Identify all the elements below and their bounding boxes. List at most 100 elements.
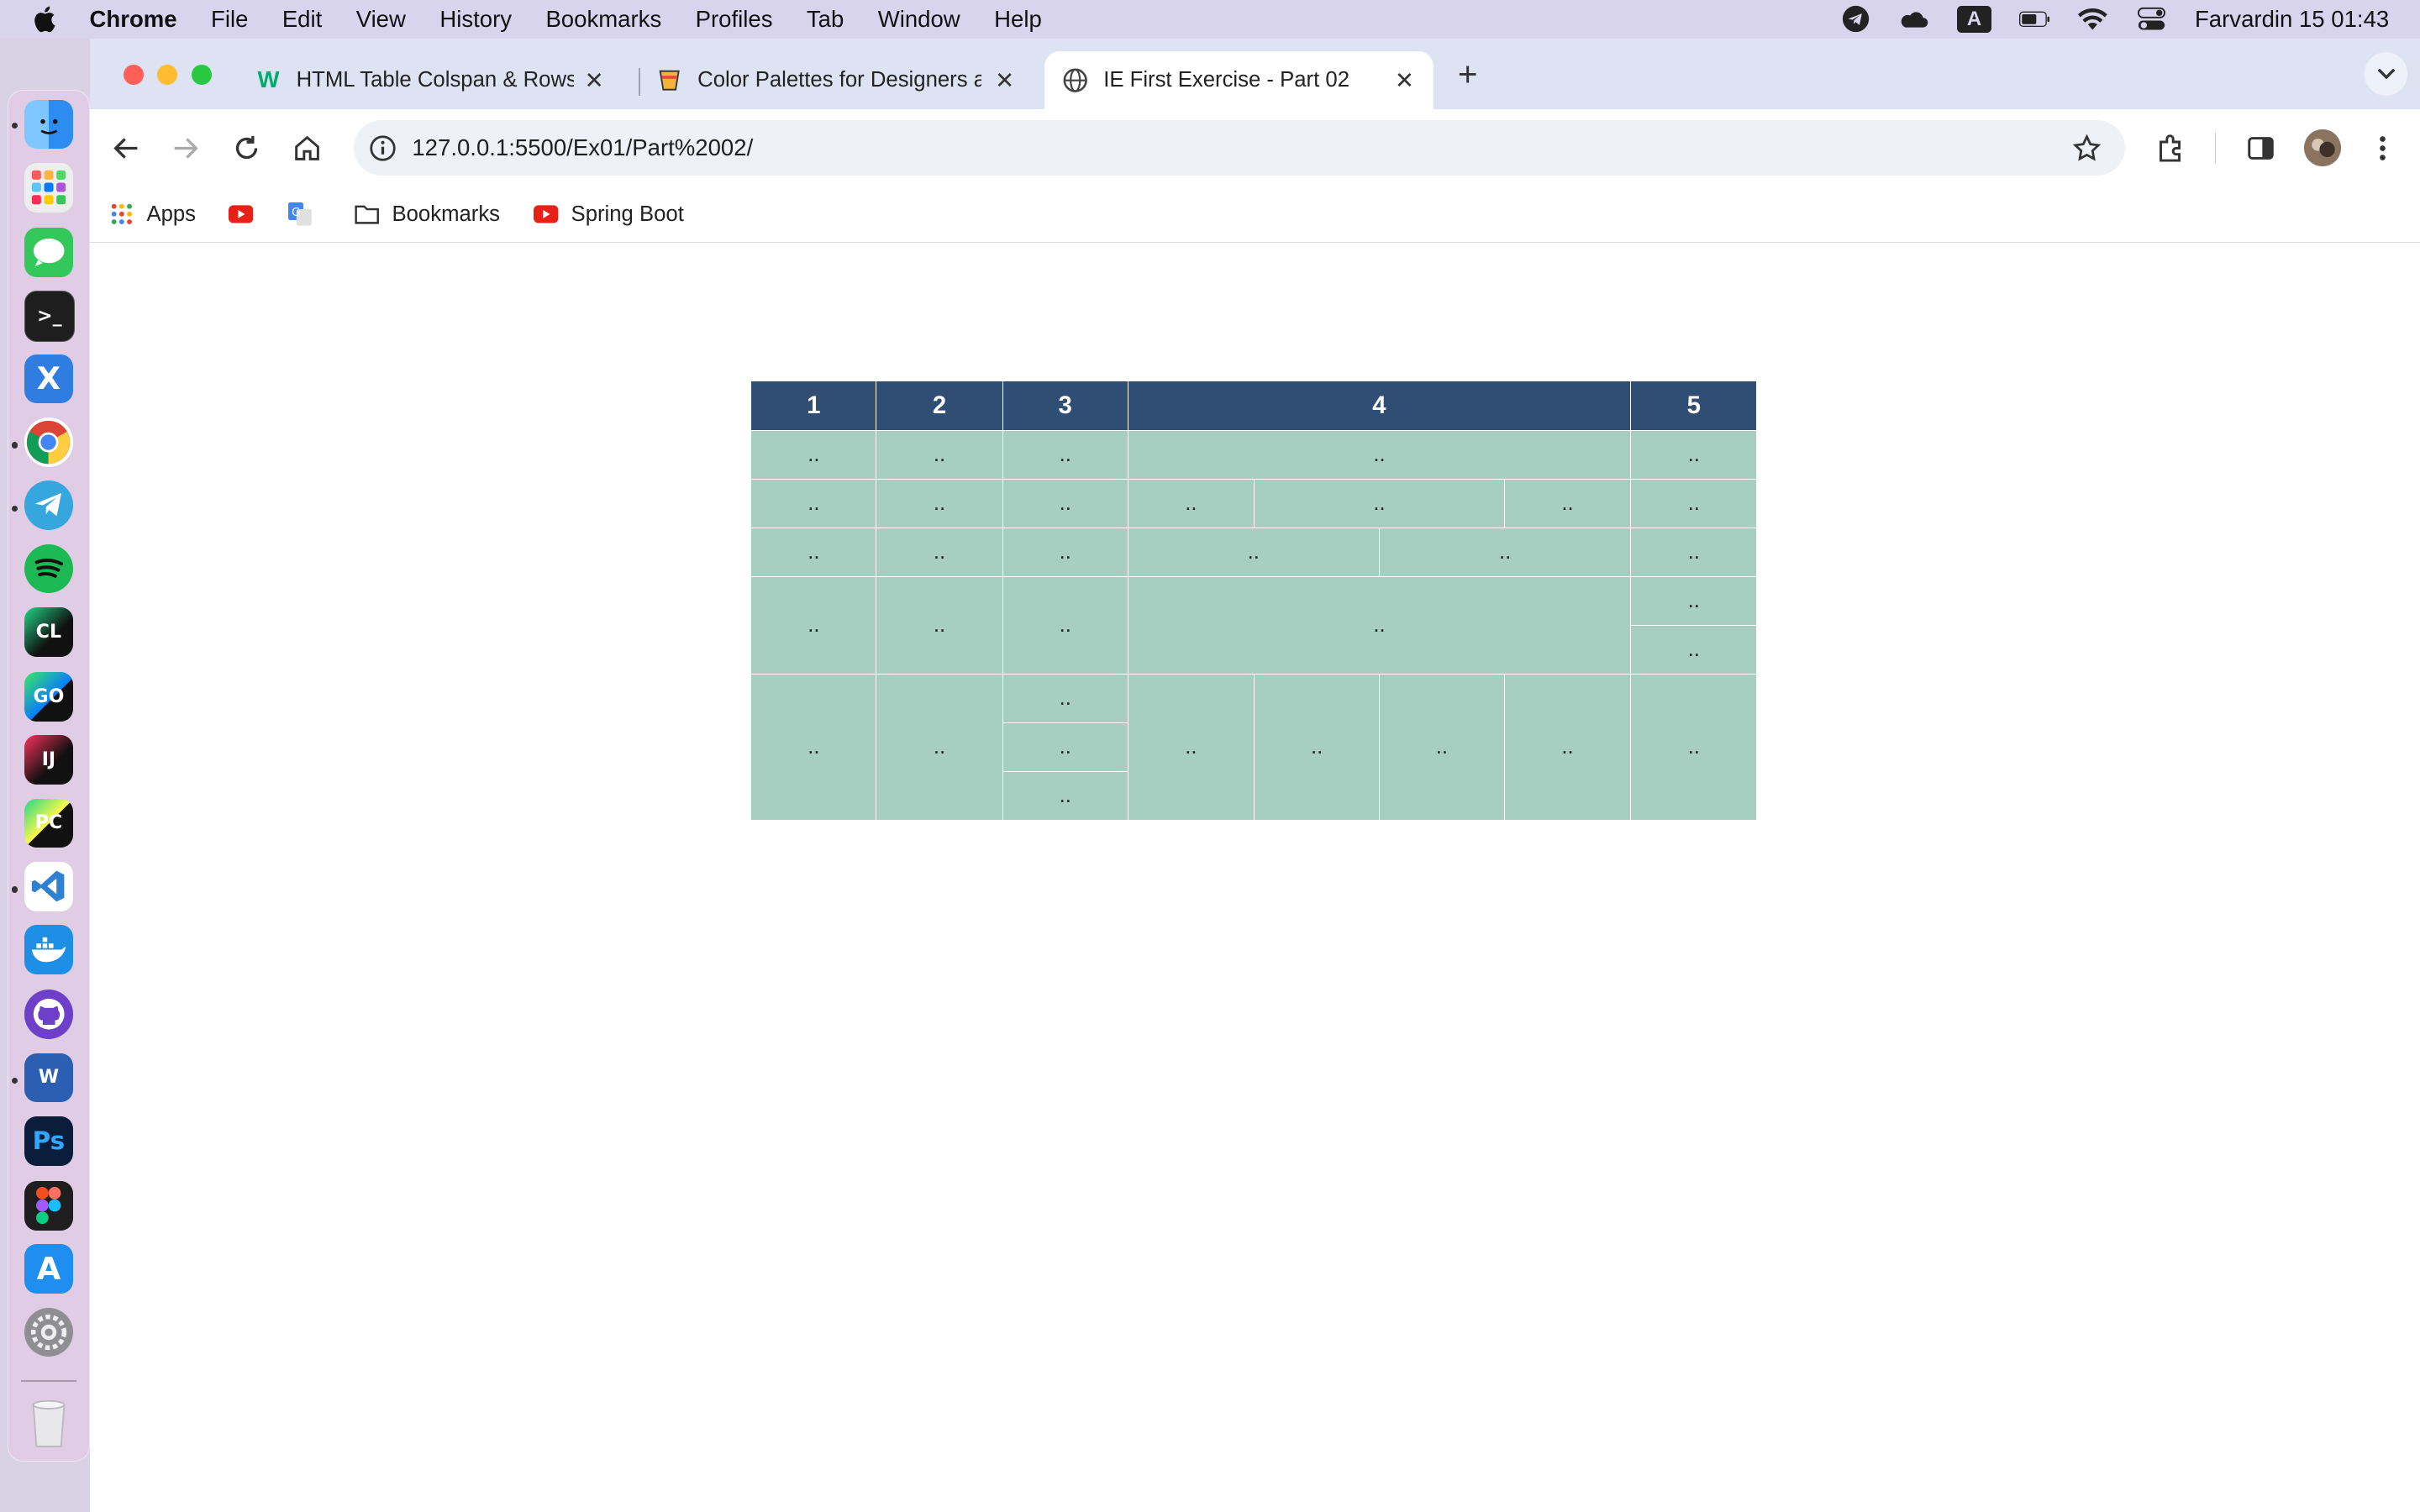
table-row: .. .. .. .. ..: [751, 577, 1757, 675]
tab-color-palettes[interactable]: Color Palettes for Designers a ✕: [639, 51, 1034, 110]
bookmark-google-translate[interactable]: G: [288, 199, 325, 230]
back-arrow-icon: [113, 138, 138, 159]
terminal-icon[interactable]: >_: [24, 291, 76, 343]
extensions-button[interactable]: [2153, 129, 2190, 166]
maximize-window-button[interactable]: [191, 65, 212, 85]
table-cell: ..: [1002, 577, 1128, 675]
header-cell: 2: [876, 381, 1003, 432]
profile-avatar[interactable]: [2304, 129, 2342, 167]
address-bar[interactable]: 127.0.0.1:5500/Ex01/Part%2002/: [353, 120, 2126, 176]
x-app-icon[interactable]: X: [24, 354, 74, 404]
bookmark-apps[interactable]: Apps: [109, 199, 196, 230]
menubar-clock[interactable]: Farvardin 15 01:43: [2195, 6, 2389, 33]
new-tab-button[interactable]: +: [1452, 57, 1483, 91]
battery-icon[interactable]: [2018, 7, 2050, 31]
spotify-icon[interactable]: [24, 543, 74, 594]
back-button[interactable]: [108, 129, 145, 166]
home-button[interactable]: [288, 129, 325, 166]
table-cell: ..: [1631, 431, 1757, 480]
close-tab-icon[interactable]: ✕: [991, 66, 1018, 94]
table-row: .. .. .. .. .. .. .. ..: [751, 675, 1757, 820]
table-row: .. .. .. .. .. ..: [751, 528, 1757, 578]
reload-icon: [236, 135, 258, 159]
telegram-icon[interactable]: [24, 480, 74, 530]
close-tab-icon[interactable]: ✕: [581, 66, 608, 94]
bookmarks-bar: Apps G Bookmarks Spring Boot: [89, 186, 2420, 244]
chrome-menu-button[interactable]: [2365, 129, 2402, 166]
control-center-icon[interactable]: [2136, 7, 2167, 31]
launchpad-icon[interactable]: [24, 162, 74, 213]
table-cell: ..: [1379, 528, 1632, 578]
app-store-icon[interactable]: A: [24, 1244, 74, 1294]
input-source-icon[interactable]: A: [1957, 6, 1991, 33]
table-row: .. .. .. .. ..: [751, 431, 1757, 480]
table-cell: ..: [1631, 626, 1757, 675]
docker-icon[interactable]: [24, 925, 74, 974]
table-cell: ..: [1255, 675, 1380, 820]
finder-icon[interactable]: [24, 99, 74, 150]
google-translate-icon: G: [288, 202, 313, 227]
menu-window[interactable]: Window: [878, 0, 960, 39]
tab-search-button[interactable]: [2364, 52, 2408, 96]
table-cell: ..: [1631, 577, 1757, 627]
reload-button[interactable]: [229, 129, 266, 166]
tab-html-table[interactable]: W HTML Table Colspan & Rowsp ✕: [238, 51, 623, 110]
url-text[interactable]: 127.0.0.1:5500/Ex01/Part%2002/: [412, 134, 753, 161]
close-window-button[interactable]: [123, 65, 144, 85]
menu-chrome[interactable]: Chrome: [90, 0, 177, 39]
bookmark-spring-boot[interactable]: Spring Boot: [534, 199, 684, 230]
menu-view[interactable]: View: [356, 0, 406, 39]
menu-profiles[interactable]: Profiles: [696, 0, 773, 39]
menu-history[interactable]: History: [439, 0, 512, 39]
pycharm-icon[interactable]: PC: [24, 798, 74, 848]
github-icon[interactable]: [24, 990, 74, 1040]
intellij-icon[interactable]: IJ: [24, 735, 74, 785]
menu-bookmarks[interactable]: Bookmarks: [545, 0, 661, 39]
menu-help[interactable]: Help: [994, 0, 1042, 39]
messages-icon[interactable]: [24, 227, 74, 277]
word-icon[interactable]: W: [24, 1053, 74, 1103]
tab-ie-first-exercise[interactable]: IE First Exercise - Part 02 ✕: [1044, 50, 1434, 110]
table-cell: ..: [876, 528, 1003, 578]
bookmark-folder-bookmarks[interactable]: Bookmarks: [355, 199, 500, 230]
chrome-icon[interactable]: [24, 417, 74, 467]
menu-file[interactable]: File: [211, 0, 248, 39]
bookmark-label: Bookmarks: [392, 202, 501, 226]
menu-tab[interactable]: Tab: [807, 0, 844, 39]
tab-strip: W HTML Table Colspan & Rowsp ✕ Color Pal…: [89, 38, 2420, 110]
w3-favicon-icon: W: [257, 66, 280, 93]
running-indicator: [11, 886, 18, 893]
table-row: .. .. .. .. .. .. ..: [751, 480, 1757, 529]
dock: >_ X CL GO IJ PC W Ps A: [8, 89, 90, 1462]
menu-edit[interactable]: Edit: [282, 0, 322, 39]
forward-button[interactable]: [166, 129, 203, 166]
bookmark-star-icon[interactable]: [2072, 134, 2101, 162]
clion-icon[interactable]: CL: [24, 606, 74, 657]
figma-icon[interactable]: [24, 1181, 74, 1231]
side-panel-button[interactable]: [2243, 129, 2280, 166]
palette-favicon-icon: [657, 68, 681, 92]
globe-icon: [1063, 68, 1088, 92]
close-tab-icon[interactable]: ✕: [1391, 66, 1418, 94]
apps-grid-icon: [109, 202, 134, 227]
photoshop-icon[interactable]: Ps: [24, 1116, 74, 1166]
vscode-icon[interactable]: [24, 861, 74, 911]
puzzle-icon: [2159, 134, 2181, 162]
folder-icon: [355, 202, 380, 227]
system-settings-icon[interactable]: [24, 1307, 74, 1357]
telegram-tray-icon[interactable]: [1840, 6, 1871, 33]
kebab-menu-icon: [2380, 135, 2386, 160]
table-cell: ..: [1128, 675, 1255, 820]
table-cell: ..: [1002, 528, 1128, 578]
trash-icon[interactable]: [24, 1399, 74, 1448]
cloud-icon[interactable]: [1898, 7, 1929, 31]
site-info-icon[interactable]: [369, 134, 397, 162]
apple-icon[interactable]: [34, 6, 55, 33]
bookmark-youtube[interactable]: [228, 199, 266, 230]
bookmark-label: Apps: [146, 202, 197, 226]
wifi-icon[interactable]: [2077, 7, 2108, 31]
goland-icon[interactable]: GO: [24, 671, 74, 722]
table-cell: ..: [876, 431, 1003, 480]
browser-window: W HTML Table Colspan & Rowsp ✕ Color Pal…: [89, 38, 2420, 1512]
minimize-window-button[interactable]: [157, 65, 178, 85]
